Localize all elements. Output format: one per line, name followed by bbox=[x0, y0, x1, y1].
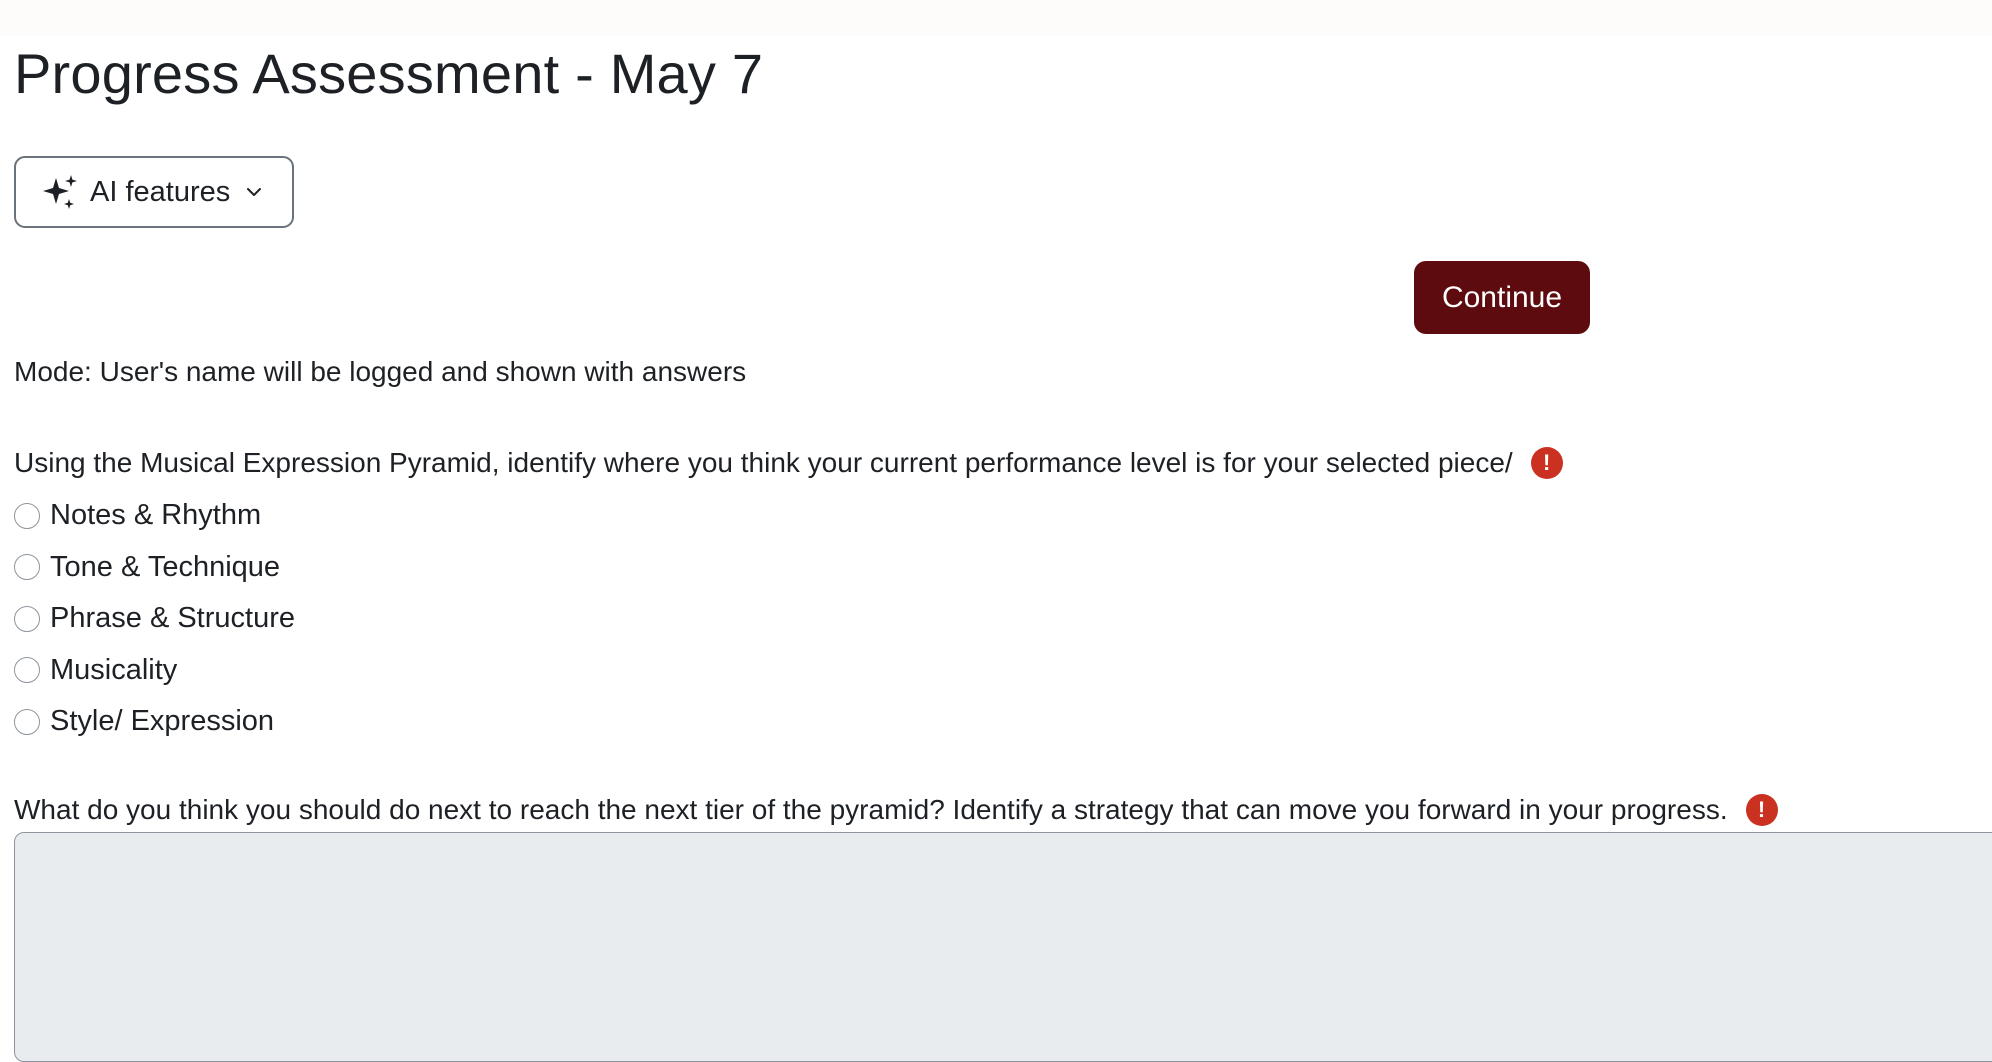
question-2-text: What do you think you should do next to … bbox=[14, 794, 1728, 825]
required-icon: ! bbox=[1530, 447, 1563, 479]
radio-button[interactable] bbox=[14, 657, 40, 684]
required-icon: ! bbox=[1745, 794, 1778, 826]
option-label[interactable]: Notes & Rhythm bbox=[50, 499, 261, 532]
continue-button[interactable]: Continue bbox=[1414, 261, 1590, 334]
chevron-down-icon bbox=[247, 188, 262, 196]
radio-button[interactable] bbox=[14, 502, 40, 529]
ai-features-dropdown[interactable]: AI features bbox=[14, 156, 294, 228]
option-musicality[interactable]: Musicality bbox=[14, 645, 295, 697]
question-1-options: Notes & Rhythm Tone & Technique Phrase &… bbox=[14, 490, 295, 748]
mode-text: Mode: User's name will be logged and sho… bbox=[14, 356, 747, 387]
radio-button[interactable] bbox=[14, 605, 40, 632]
option-label[interactable]: Phrase & Structure bbox=[50, 602, 295, 635]
radio-button[interactable] bbox=[14, 554, 40, 581]
option-tone-technique[interactable]: Tone & Technique bbox=[14, 542, 295, 594]
option-phrase-structure[interactable]: Phrase & Structure bbox=[14, 593, 295, 645]
ai-features-label: AI features bbox=[90, 175, 231, 208]
sparkles-icon bbox=[43, 175, 77, 209]
option-style-expression[interactable]: Style/ Expression bbox=[14, 696, 295, 748]
option-label[interactable]: Musicality bbox=[50, 654, 177, 687]
radio-button[interactable] bbox=[14, 708, 40, 735]
option-label[interactable]: Tone & Technique bbox=[50, 551, 280, 584]
question-1-text: Using the Musical Expression Pyramid, id… bbox=[14, 447, 1513, 478]
option-label[interactable]: Style/ Expression bbox=[50, 705, 274, 738]
option-notes-rhythm[interactable]: Notes & Rhythm bbox=[14, 490, 295, 542]
answer-textarea[interactable] bbox=[14, 832, 1992, 1062]
question-2: What do you think you should do next to … bbox=[14, 790, 1778, 830]
page-title: Progress Assessment - May 7 bbox=[14, 42, 764, 105]
question-1: Using the Musical Expression Pyramid, id… bbox=[14, 443, 1563, 483]
assessment-page: Progress Assessment - May 7 AI features … bbox=[14, 0, 1992, 1062]
